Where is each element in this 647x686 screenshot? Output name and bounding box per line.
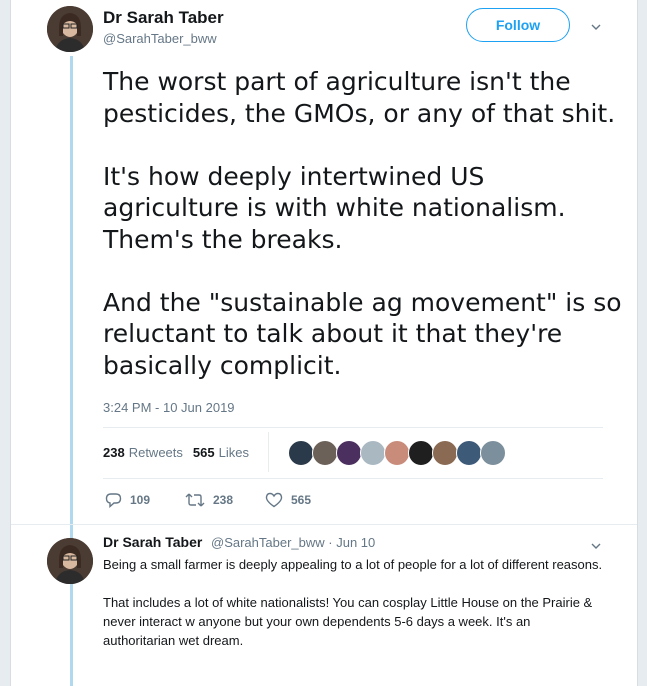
reply-date[interactable]: · Jun 10 xyxy=(328,535,375,550)
reply-author-handle[interactable]: @SarahTaber_bww xyxy=(211,535,325,550)
stats-separator xyxy=(268,432,269,472)
liker-avatar[interactable] xyxy=(432,440,458,466)
heart-icon xyxy=(265,492,283,508)
reply-author-name[interactable]: Dr Sarah Taber xyxy=(103,534,202,550)
tweet-text: The worst part of agriculture isn't the … xyxy=(103,67,622,380)
liker-avatar[interactable] xyxy=(360,440,386,466)
liker-avatar[interactable] xyxy=(456,440,482,466)
reply-paragraph: That includes a lot of white nationalist… xyxy=(103,595,593,648)
reply-count: 109 xyxy=(130,493,151,507)
reply-action[interactable]: 109 xyxy=(105,491,150,509)
chevron-down-icon[interactable] xyxy=(591,24,601,30)
retweet-action[interactable]: 238 xyxy=(185,491,233,509)
liker-avatar[interactable] xyxy=(336,440,362,466)
author-name[interactable]: Dr Sarah Taber xyxy=(103,8,224,28)
liker-avatar[interactable] xyxy=(288,440,314,466)
thread-line xyxy=(70,56,73,686)
reply-paragraph: Being a small farmer is deeply appealing… xyxy=(103,557,603,572)
divider xyxy=(11,524,637,525)
reply-text: Being a small farmer is deeply appealing… xyxy=(103,555,603,669)
retweet-action-count: 238 xyxy=(213,493,234,507)
liker-avatar[interactable] xyxy=(384,440,410,466)
divider xyxy=(103,478,603,479)
like-action-count: 565 xyxy=(291,493,312,507)
follow-button[interactable]: Follow xyxy=(466,8,570,42)
liker-avatar[interactable] xyxy=(312,440,338,466)
like-label[interactable]: Likes xyxy=(219,445,249,460)
divider xyxy=(103,427,603,428)
retweet-label[interactable]: Retweets xyxy=(129,445,183,460)
author-handle[interactable]: @SarahTaber_bww xyxy=(103,31,217,46)
liker-avatar[interactable] xyxy=(480,440,506,466)
author-avatar[interactable] xyxy=(47,6,93,52)
like-count[interactable]: 565 xyxy=(193,445,215,460)
retweet-count[interactable]: 238 xyxy=(103,445,125,460)
reply-meta: @SarahTaber_bww · Jun 10 xyxy=(211,535,375,550)
chevron-down-icon[interactable] xyxy=(591,543,601,549)
tweet-card: Dr Sarah Taber @SarahTaber_bww Follow Th… xyxy=(10,0,638,686)
like-action[interactable]: 565 xyxy=(265,491,311,509)
tweet-stats: 238 Retweets 565 Likes xyxy=(103,441,259,463)
reply-icon xyxy=(105,493,122,508)
tweet-timestamp[interactable]: 3:24 PM - 10 Jun 2019 xyxy=(103,400,235,415)
retweet-icon xyxy=(185,493,205,507)
liker-avatar[interactable] xyxy=(408,440,434,466)
reply-author-avatar[interactable] xyxy=(47,538,93,584)
